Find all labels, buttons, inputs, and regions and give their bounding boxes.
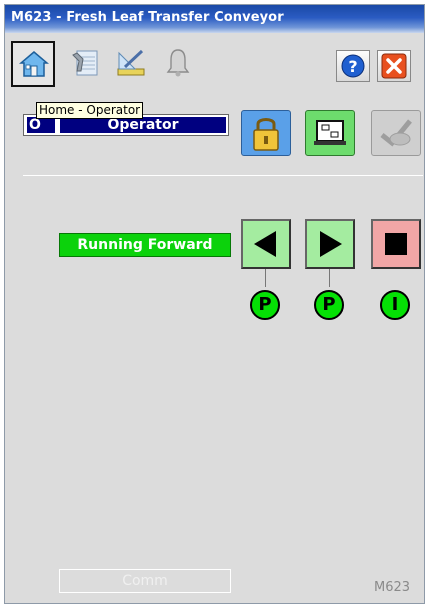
svg-text:?: ? <box>348 57 357 76</box>
faceplate-button[interactable] <box>305 110 355 156</box>
indicator-stem <box>265 269 266 287</box>
arrow-left-icon <box>254 231 276 257</box>
lock-icon <box>253 118 279 151</box>
close-icon <box>381 53 407 79</box>
maintenance-icon <box>72 50 98 76</box>
title-bar[interactable]: M623 - Fresh Leaf Transfer Conveyor <box>5 5 424 33</box>
lock-button[interactable] <box>241 110 291 156</box>
home-tooltip: Home - Operator <box>36 102 144 119</box>
indicator-stem <box>329 269 330 287</box>
reverse-button[interactable] <box>241 219 291 269</box>
help-icon: ? <box>341 54 365 78</box>
close-button[interactable] <box>377 50 411 82</box>
bell-icon <box>166 49 190 77</box>
interlock-indicator: I <box>380 290 410 320</box>
stop-icon <box>385 233 407 255</box>
mode-text: Operator <box>60 117 226 133</box>
tag-name: M623 <box>374 580 411 595</box>
mode-letter: O <box>27 117 55 133</box>
permissive-indicator: P <box>250 290 280 320</box>
home-tab-button[interactable] <box>11 41 55 87</box>
acknowledge-icon <box>380 119 412 147</box>
window-title: M623 - Fresh Leaf Transfer Conveyor <box>11 10 284 25</box>
faceplate-window: M623 - Fresh Leaf Transfer Conveyor ? O … <box>4 4 425 604</box>
home-icon <box>19 51 49 77</box>
arrow-right-icon <box>320 231 342 257</box>
toolbar: ? <box>5 33 424 87</box>
alarms-tab-button[interactable] <box>155 41 199 87</box>
maintenance-tab-button[interactable] <box>63 41 107 87</box>
forward-button[interactable] <box>305 219 355 269</box>
stop-button[interactable] <box>371 219 421 269</box>
section-divider <box>23 175 423 176</box>
comm-status: Comm <box>59 569 231 593</box>
faceplate-icon <box>314 120 346 145</box>
permissive-indicator: P <box>314 290 344 320</box>
help-button[interactable]: ? <box>336 50 370 82</box>
acknowledge-button[interactable] <box>371 110 421 156</box>
motor-status: Running Forward <box>59 233 231 257</box>
engineering-icon <box>117 49 145 76</box>
engineering-tab-button[interactable] <box>109 41 153 87</box>
